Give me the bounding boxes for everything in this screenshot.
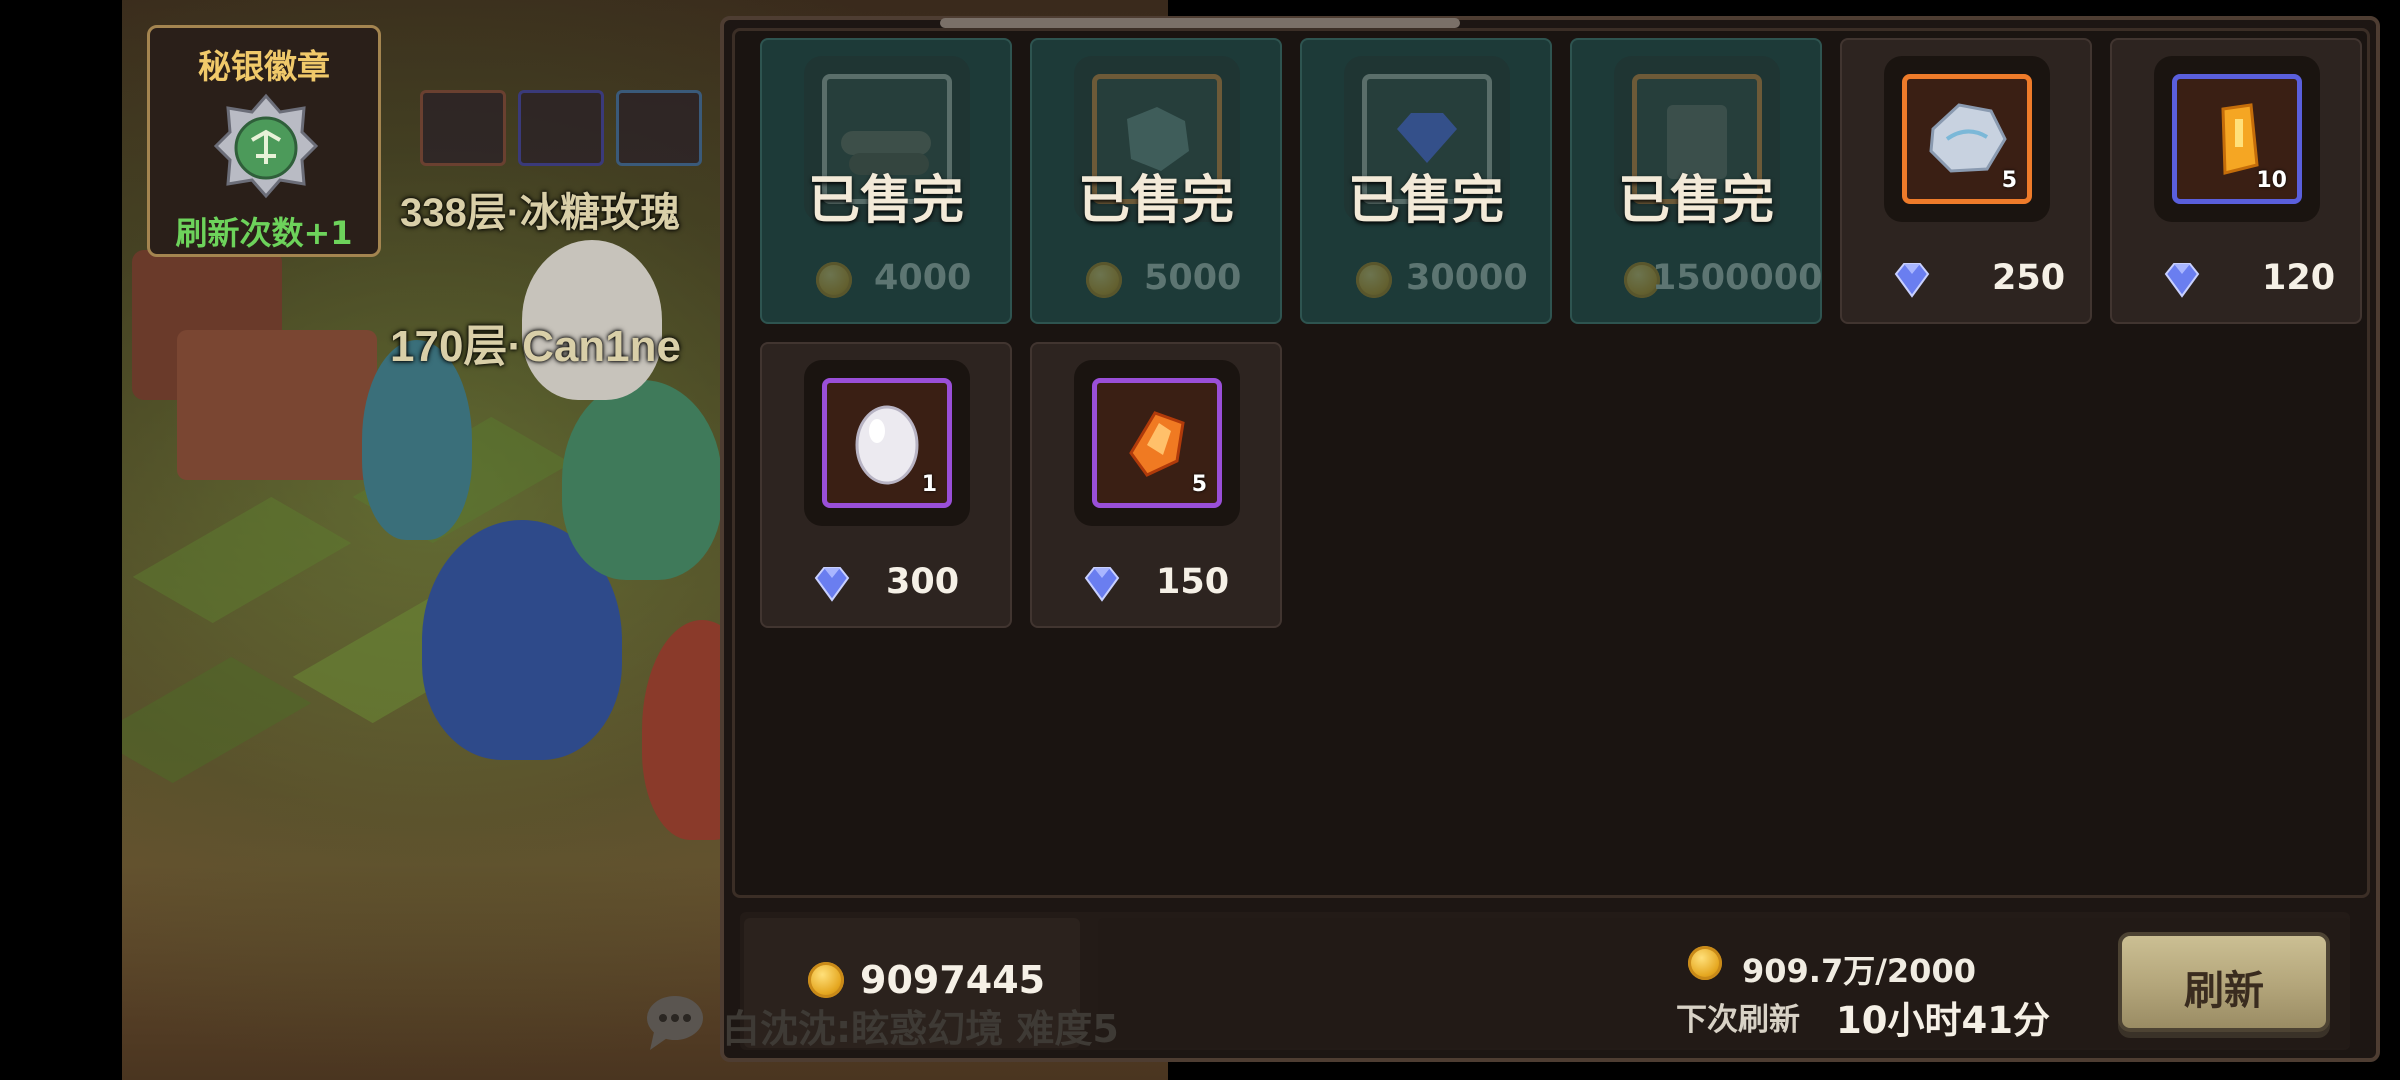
item-slot: 5 [1884, 56, 2050, 222]
price-row: 4000 [762, 256, 1010, 304]
item-frame: 5 [1902, 74, 2032, 204]
shop-item-card[interactable]: 10 120 [2110, 38, 2362, 324]
shop-item-card[interactable]: 5 250 [1840, 38, 2092, 324]
price: 250 [1992, 258, 2066, 298]
grass-tile [122, 656, 312, 784]
gold-coin-icon [816, 262, 852, 298]
shop-item-card[interactable]: 1 300 [760, 342, 1012, 628]
fire-icon[interactable] [518, 90, 604, 166]
floor-label: 338层·冰糖玫瑰 [400, 191, 681, 235]
price: 5000 [1144, 258, 1242, 298]
item-slot: 1 [804, 360, 970, 526]
chat-bubble-icon[interactable] [640, 992, 710, 1052]
gold-coin-icon [808, 962, 844, 998]
shop-item-card[interactable]: 已售完 4000 [760, 38, 1012, 324]
refresh-cost: 909.7万/2000 [1742, 952, 1976, 990]
diamond-icon [814, 567, 850, 602]
item-quantity: 5 [1191, 472, 1207, 497]
price-row: 150 [1032, 560, 1280, 608]
gold-amount: 9097445 [860, 958, 1046, 1002]
item-frame: 10 [2172, 74, 2302, 204]
item-slot: 5 [1074, 360, 1240, 526]
diamond-icon [1894, 263, 1930, 298]
sold-out-label: 已售完 [807, 171, 964, 231]
diamond-icon [2164, 263, 2200, 298]
price-row: 5000 [1032, 256, 1280, 304]
item-slot: 10 [2154, 56, 2320, 222]
price-row: 120 [2112, 256, 2360, 304]
next-refresh-time: 10小时41分 [1836, 999, 2050, 1042]
table-sprite [177, 330, 377, 480]
gold-coin-icon [1356, 262, 1392, 298]
shop-item-card[interactable]: 5 150 [1030, 342, 1282, 628]
price-row: 300 [762, 560, 1010, 608]
shop-item-card[interactable]: 已售完 1500000 [1570, 38, 1822, 324]
next-refresh-label: 下次刷新 [1676, 1002, 1800, 1038]
sold-out-label: 已售完 [1617, 171, 1774, 231]
moon-icon[interactable] [616, 90, 702, 166]
badge-subtitle: 刷新次数+1 [175, 214, 353, 252]
price: 150 [1156, 562, 1230, 602]
badge-title: 秘银徽章 [198, 47, 330, 86]
shop-item-card[interactable]: 已售完 5000 [1030, 38, 1282, 324]
gold-coin-icon [1086, 262, 1122, 298]
refresh-button[interactable]: 刷新 [2118, 932, 2330, 1032]
refresh-button-label: 刷新 [2184, 968, 2264, 1014]
scrollbar[interactable] [940, 18, 1460, 28]
price: 1500000 [1652, 258, 1823, 298]
price-row: 1500000 [1572, 256, 1823, 304]
item-quantity: 10 [2256, 168, 2287, 193]
floor-label: 170层·Can1ne [390, 322, 682, 371]
item-frame: 1 [822, 378, 952, 508]
shop-item-card[interactable]: 已售完 30000 [1300, 38, 1552, 324]
sold-out-label: 已售完 [1077, 171, 1234, 231]
item-frame: 5 [1092, 378, 1222, 508]
item-quantity: 5 [2001, 168, 2017, 193]
badge-card[interactable]: 秘银徽章 刷新次数+1 [147, 25, 381, 257]
price-row: 30000 [1302, 256, 1550, 304]
sold-out-label: 已售完 [1347, 171, 1504, 231]
price-row: 250 [1842, 256, 2090, 304]
mithril-badge-icon [213, 93, 319, 199]
diamond-icon [1084, 567, 1120, 602]
grass-tile [132, 496, 352, 624]
chat-message: 白沈沈:眩惑幻境 难度5 [722, 1007, 1119, 1051]
price: 30000 [1406, 258, 1528, 298]
lizard-character-sprite [562, 380, 722, 580]
item-quantity: 1 [921, 472, 937, 497]
gold-coin-icon [1688, 946, 1722, 980]
price: 300 [886, 562, 960, 602]
cart-icon[interactable] [420, 90, 506, 166]
price: 120 [2262, 258, 2336, 298]
price: 4000 [874, 258, 972, 298]
